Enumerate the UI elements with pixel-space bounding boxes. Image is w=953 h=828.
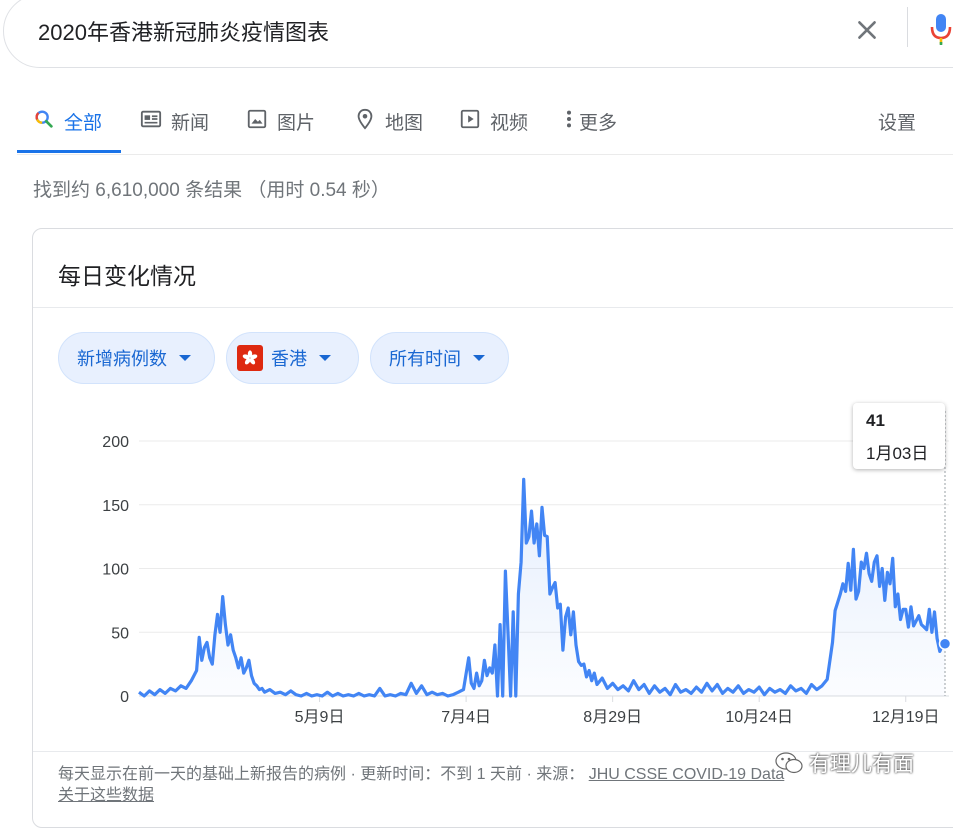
x-tick-label: 8月29日 [583,709,642,726]
covid-stats-card: 每日变化情况 新增病例数 香港 所有时间 0 50 100 150 200 5月9日 7月4… [32,228,953,828]
about-data-link[interactable]: 关于这些数据 [58,787,154,804]
play-icon [460,109,480,129]
tab-more-label: 更多 [579,113,618,134]
wechat-icon [775,752,803,774]
y-tick-label: 150 [102,498,129,515]
tab-videos[interactable]: 视频 [459,96,528,152]
tab-videos-label: 视频 [490,113,529,134]
active-tab-indicator [17,150,121,153]
x-tick-label: 12月19日 [872,709,940,726]
microphone-icon[interactable] [928,11,953,47]
tooltip-date: 1月03日 [866,444,929,463]
map-pin-icon [357,108,373,130]
search-divider [907,7,908,47]
y-tick-label: 100 [102,562,129,579]
x-tick-label: 5月9日 [295,709,345,726]
x-tick-label: 10月24日 [725,709,793,726]
close-icon[interactable] [854,17,880,43]
search-icon [35,110,53,128]
chart-tooltip: 41 1月03日 [853,403,945,469]
y-tick-label: 0 [120,689,129,706]
cases-line-chart[interactable]: 0 50 100 150 200 5月9日 7月4日 8月29日 10月24日 12月19日 [33,229,953,749]
settings-link[interactable]: 设置 [878,108,916,135]
y-tick-label: 200 [102,434,129,451]
tab-all-label: 全部 [64,113,103,134]
source-link[interactable]: JHU CSSE COVID-19 Data [589,766,785,783]
tab-maps-label: 地图 [385,113,424,134]
tab-images-label: 图片 [277,113,316,134]
result-stats: 找到约 6,610,000 条结果 （用时 0.54 秒） [33,180,390,201]
search-query[interactable]: 2020年香港新冠肺炎疫情图表 [38,15,329,47]
news-icon [140,110,162,128]
search-box[interactable]: 2020年香港新冠肺炎疫情图表 [3,0,953,68]
tab-more[interactable]: 更多 [562,96,617,152]
watermark: 有理儿有面 [775,748,914,778]
tab-news-label: 新闻 [171,113,210,134]
tab-all[interactable]: 全部 [33,96,102,152]
tab-maps[interactable]: 地图 [354,96,423,152]
tabs-divider [17,154,953,155]
footer-text: 每天显示在前一天的基础上新报告的病例 · 更新时间：不到 1 天前 · 来源： [58,766,585,783]
y-tick-label: 50 [111,625,129,642]
tab-images[interactable]: 图片 [246,96,315,152]
hover-point [938,637,952,650]
watermark-text: 有理儿有面 [809,753,914,776]
image-icon [247,109,267,129]
tooltip-value: 41 [866,411,885,430]
more-vert-icon [566,110,572,128]
x-tick-label: 7月4日 [441,709,491,726]
search-tabs: 全部 新闻 图片 地图 视频 更多 [0,96,953,154]
tab-news[interactable]: 新闻 [140,96,209,152]
